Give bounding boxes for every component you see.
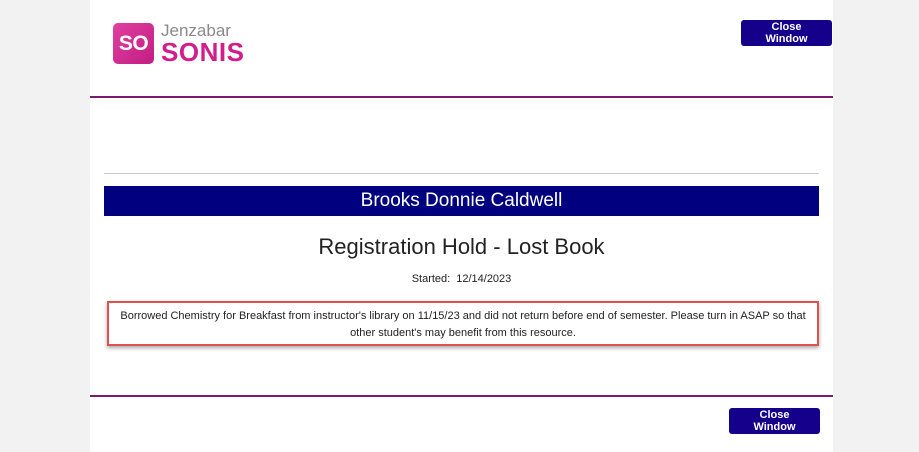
logo-product-text: SONIS (161, 37, 245, 67)
student-name-banner: Brooks Donnie Caldwell (104, 186, 819, 216)
content-divider (104, 173, 819, 174)
started-date: 12/14/2023 (456, 273, 512, 285)
header-divider (90, 96, 833, 98)
sonis-logo-icon: SO (113, 23, 154, 64)
hold-title: Registration Hold - Lost Book (318, 234, 605, 259)
hold-started: Started: 12/14/2023 (104, 273, 819, 285)
logo-wordmark: Jenzabar SONIS (161, 22, 244, 65)
page-container: SO Jenzabar SONIS Close Window Brooks Do… (90, 0, 833, 452)
close-window-button-bottom[interactable]: Close Window (729, 408, 820, 434)
close-window-button-top[interactable]: Close Window (741, 20, 832, 46)
jenzabar-sonis-logo: SO Jenzabar SONIS (113, 22, 244, 65)
hold-note: Borrowed Chemistry for Breakfast from in… (107, 301, 819, 346)
started-label: Started: (411, 273, 451, 285)
footer-divider (90, 395, 833, 397)
